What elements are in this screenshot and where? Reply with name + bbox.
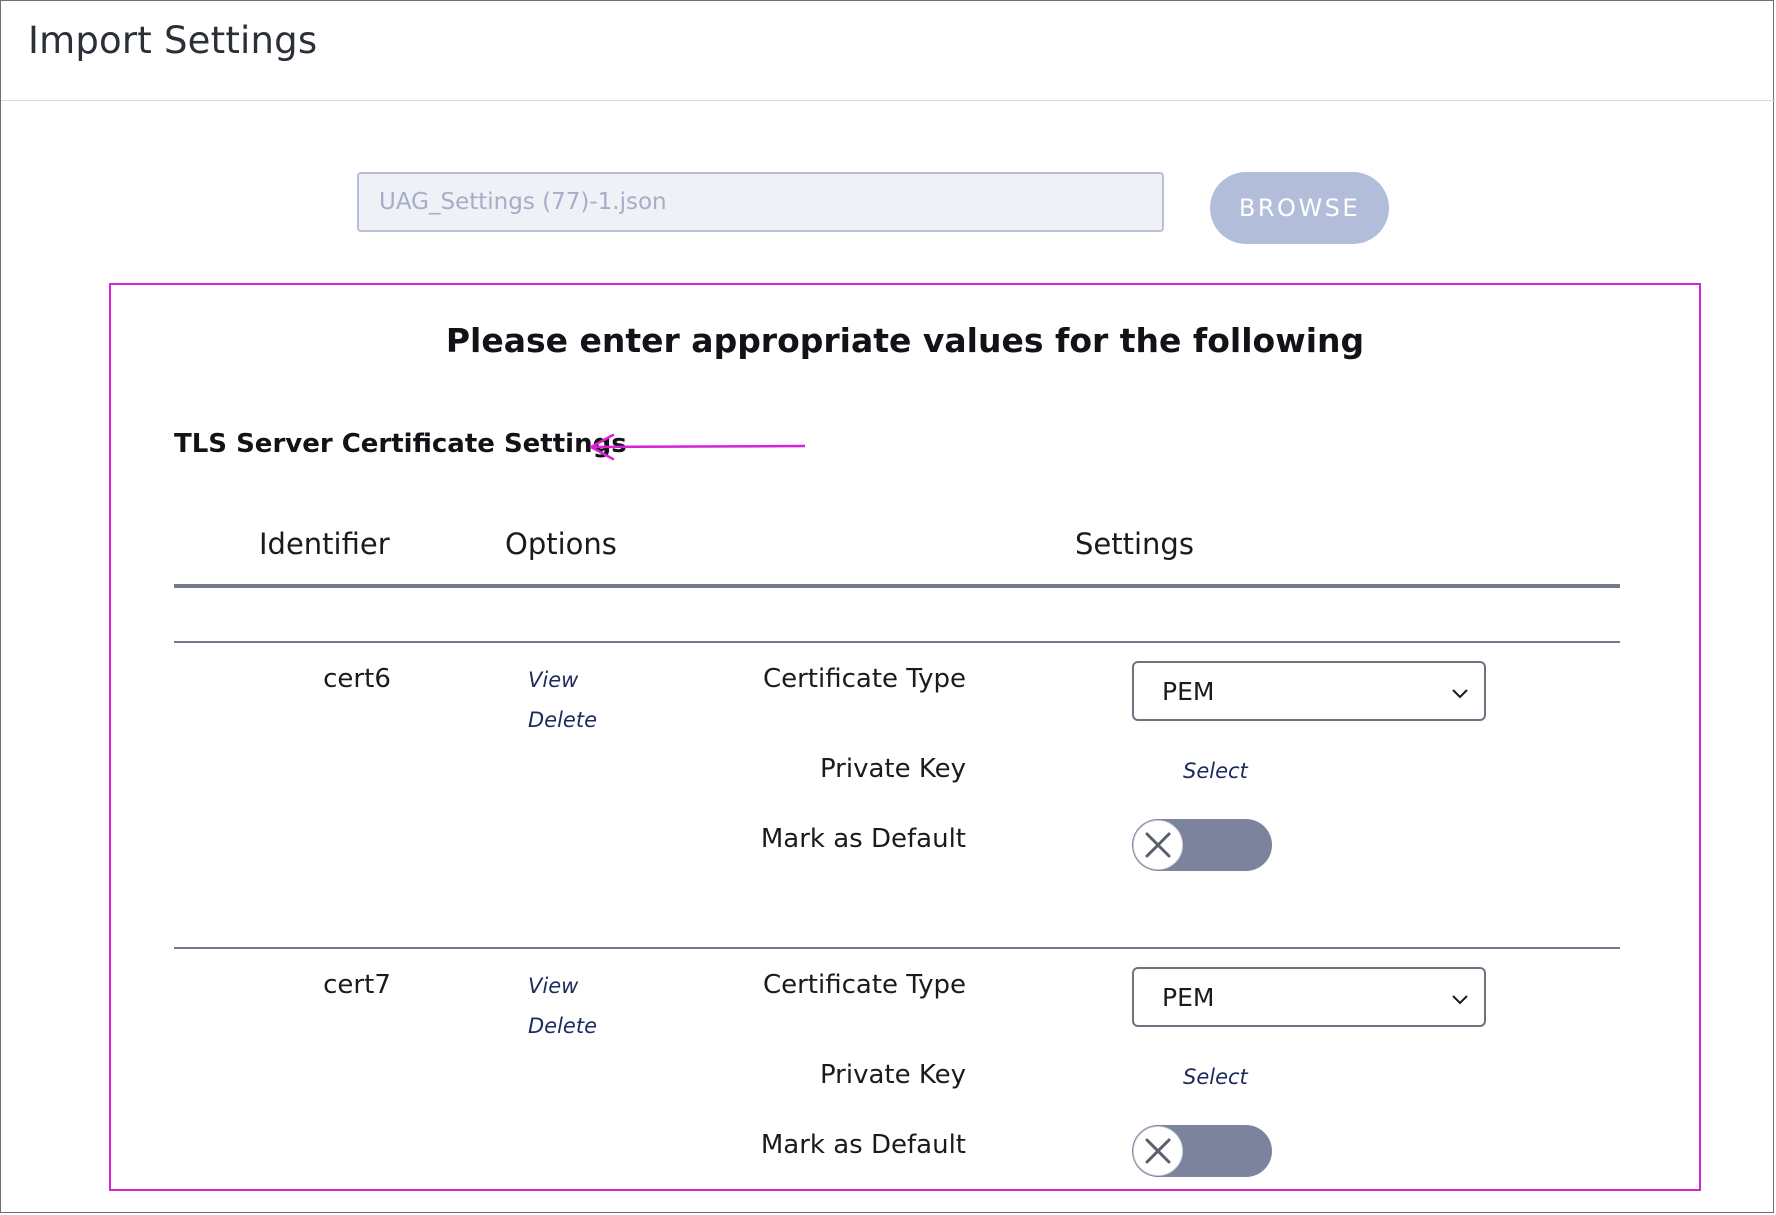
browse-button[interactable]: BROWSE [1210, 172, 1389, 244]
toggle-knob [1133, 1126, 1183, 1176]
row-divider [174, 947, 1620, 949]
delete-link[interactable]: Delete [528, 708, 597, 732]
mark-as-default-toggle[interactable] [1132, 819, 1272, 871]
private-key-select-link[interactable]: Select [1183, 759, 1248, 783]
view-link[interactable]: View [528, 974, 578, 998]
mark-as-default-label: Mark as Default [760, 1130, 966, 1160]
row-identifier: cert6 [323, 664, 391, 694]
certificate-type-label: Certificate Type [762, 970, 966, 1000]
chevron-down-icon [1452, 995, 1468, 1005]
column-header-settings: Settings [1075, 527, 1194, 561]
private-key-label: Private Key [819, 1060, 966, 1090]
certificate-type-value: PEM [1162, 677, 1215, 706]
page-title: Import Settings [28, 19, 318, 62]
private-key-label: Private Key [819, 754, 966, 784]
arrow-left-icon [589, 433, 806, 461]
page-header: Import Settings [1, 1, 1775, 101]
column-header-identifier: Identifier [259, 527, 390, 561]
close-icon [1145, 1138, 1171, 1164]
certificate-type-value: PEM [1162, 983, 1215, 1012]
certificate-type-label: Certificate Type [762, 664, 966, 694]
close-icon [1145, 832, 1171, 858]
row-identifier: cert7 [323, 970, 391, 1000]
row-divider [174, 641, 1620, 643]
chevron-down-icon [1452, 689, 1468, 699]
import-values-panel: Please enter appropriate values for the … [109, 283, 1701, 1191]
certificate-type-select[interactable]: PEM [1132, 967, 1486, 1027]
file-name-input[interactable] [357, 172, 1164, 232]
section-title: TLS Server Certificate Settings [174, 429, 627, 459]
certificate-type-select[interactable]: PEM [1132, 661, 1486, 721]
header-divider [174, 584, 1620, 588]
toggle-knob [1133, 820, 1183, 870]
private-key-select-link[interactable]: Select [1183, 1065, 1248, 1089]
delete-link[interactable]: Delete [528, 1014, 597, 1038]
panel-heading: Please enter appropriate values for the … [445, 321, 1365, 360]
mark-as-default-label: Mark as Default [760, 824, 966, 854]
mark-as-default-toggle[interactable] [1132, 1125, 1272, 1177]
column-header-options: Options [505, 527, 617, 561]
view-link[interactable]: View [528, 668, 578, 692]
